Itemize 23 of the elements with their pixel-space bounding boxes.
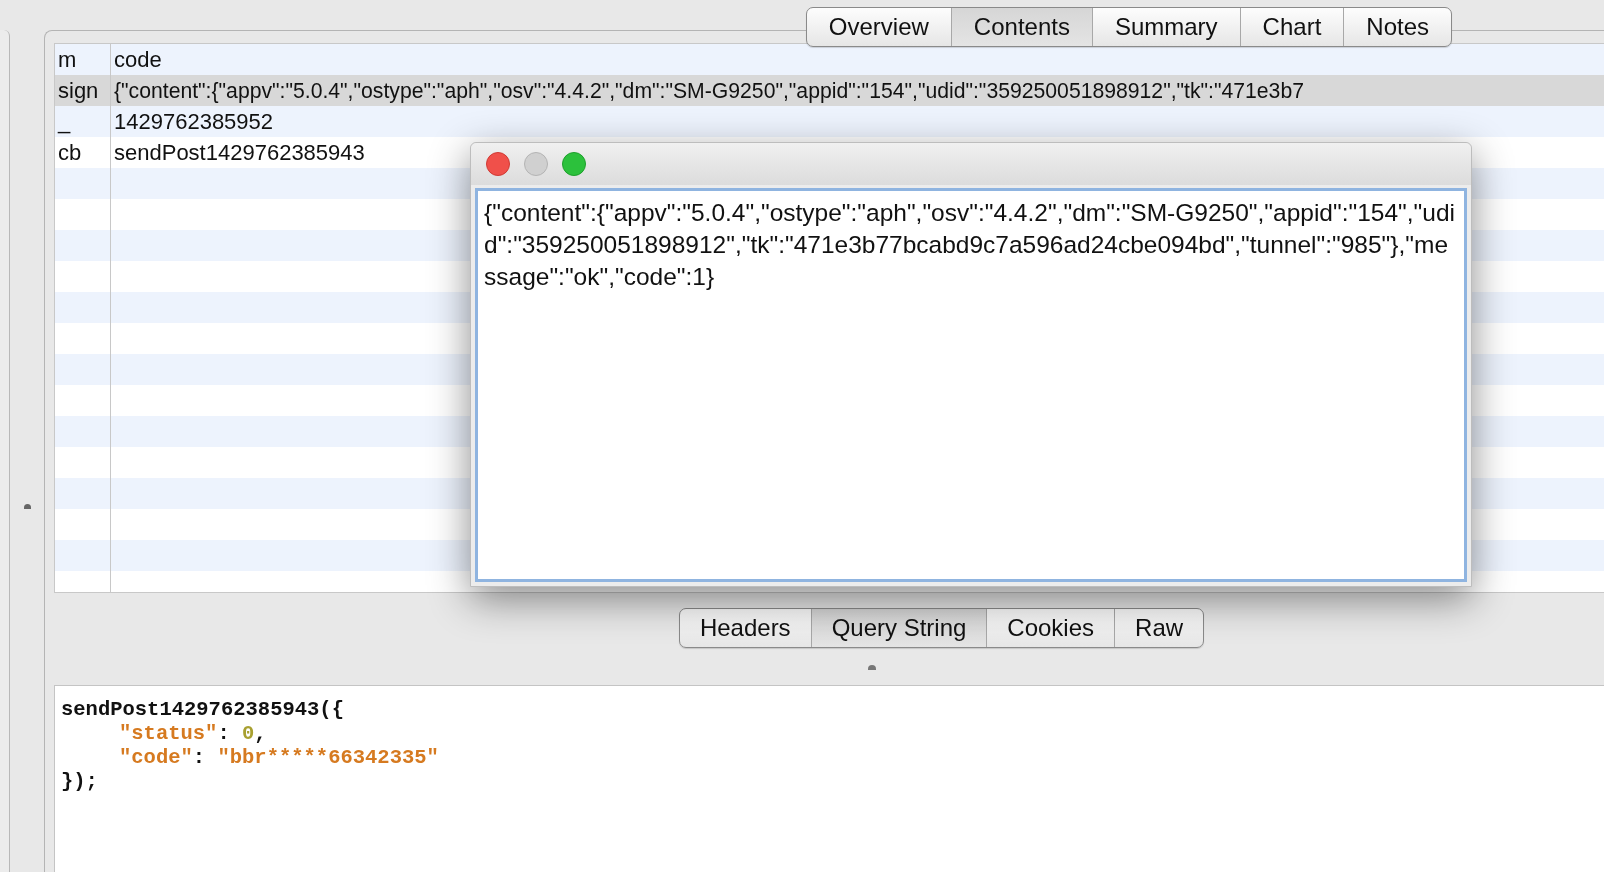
tab[interactable]: Summary [1091, 8, 1240, 46]
tab[interactable]: Headers [679, 609, 811, 647]
table-cell: {"content":{"appv":"5.0.4","ostype":"aph","osv":"4.4.2","dm":"SM-G9250","appid":"154","udid":"359250051898912","tk":"471e3b7 [114, 78, 1304, 103]
tab[interactable]: Overview [806, 8, 951, 46]
code-view: sendPost1429762385943({ "status": 0, "code": "bbr*****66342335" }); [54, 685, 1604, 872]
text-area[interactable]: {"content":{"appv":"5.0.4","ostype":"aph","osv":"4.4.2","dm":"SM-G9250","appid":"154","udid":"359250051898912","tk":"471e3b77bcabd9c7a596ad24cbe094bd","tunnel":"985"},"message":"ok","code":1} [475, 188, 1467, 582]
splitter-handle[interactable] [23, 503, 31, 509]
zoom-button[interactable] [562, 152, 586, 176]
splitter-handle[interactable] [867, 665, 876, 670]
table-cell: sendPost1429762385943 [114, 139, 365, 166]
table-row[interactable]: sign {"content":{"appv":"5.0.4","ostype":"aph","osv":"4.4.2","dm":"SM-G9250","appid":"154","udid":"359250051898912","tk":"471e3b7 [55, 75, 1604, 106]
tab[interactable]: Raw [1114, 609, 1204, 647]
column-header: code [113, 45, 162, 74]
table-row[interactable]: _ 1429762385952 [55, 106, 1604, 137]
tab[interactable]: Cookies [986, 609, 1115, 647]
table-cell: 1429762385952 [114, 108, 274, 135]
close-button[interactable] [486, 152, 510, 176]
table-cell: _ [58, 108, 71, 135]
tab[interactable]: Query String [810, 609, 987, 647]
table-cell: sign [58, 77, 99, 104]
tab[interactable]: Contents [950, 8, 1092, 46]
tab[interactable]: Chart [1239, 8, 1344, 46]
table-cell: cb [58, 139, 82, 166]
